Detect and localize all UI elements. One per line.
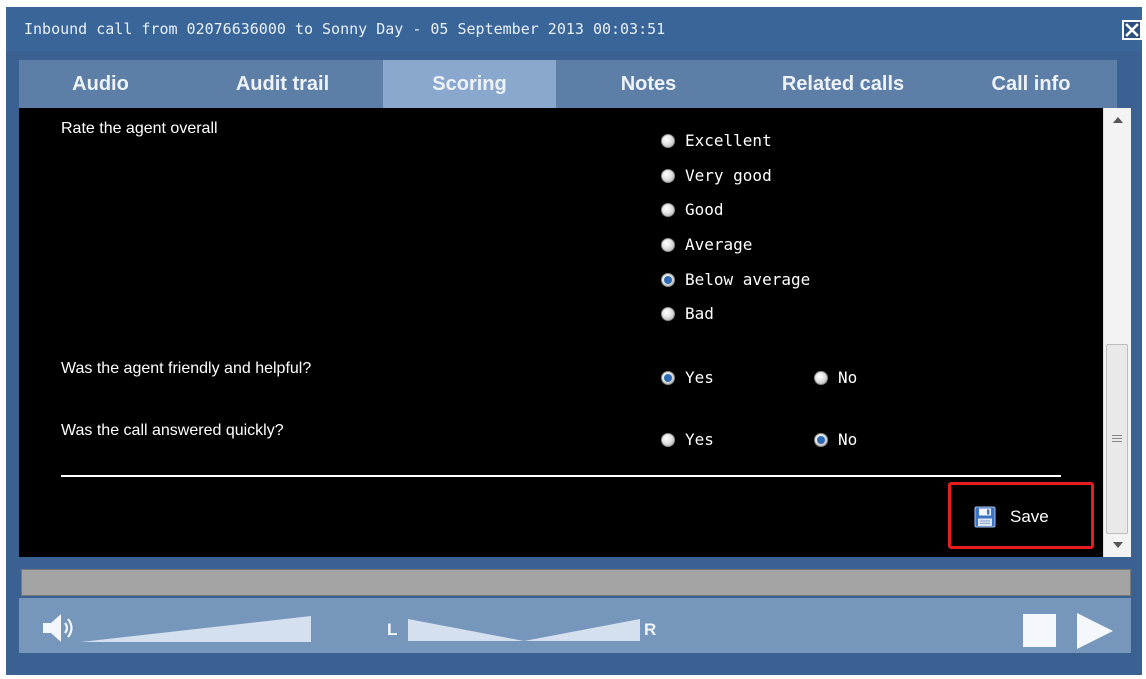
speaker-icon[interactable] [41, 612, 79, 644]
player-controls: L R [19, 598, 1131, 653]
floppy-disk-icon [974, 506, 996, 528]
question-answered-quickly: Was the call answered quickly? [61, 422, 284, 439]
option-bad[interactable]: Bad [661, 304, 714, 323]
balance-left-label: L [387, 620, 398, 639]
arrow-up-icon [1112, 117, 1123, 123]
option-excellent[interactable]: Excellent [661, 131, 772, 150]
option-label: No [838, 368, 858, 387]
option-label: Yes [685, 430, 714, 449]
scoring-panel: Rate the agent overall Excellent Very go… [19, 108, 1103, 557]
tab-scoring[interactable]: Scoring [383, 60, 556, 108]
play-icon[interactable] [1077, 613, 1113, 649]
option-good[interactable]: Good [661, 200, 724, 219]
radio-button-selected[interactable] [661, 272, 675, 287]
option-friendly-no[interactable]: No [814, 368, 857, 387]
radio-button[interactable] [661, 168, 675, 183]
radio-button[interactable] [661, 306, 675, 321]
volume-slider[interactable] [81, 616, 311, 642]
tab-call-info[interactable]: Call info [945, 60, 1117, 108]
scroll-thumb[interactable] [1106, 344, 1128, 534]
radio-button[interactable] [661, 202, 675, 217]
vertical-scrollbar[interactable] [1103, 108, 1131, 557]
option-below-average[interactable]: Below average [661, 270, 810, 289]
save-button[interactable]: Save [974, 506, 1049, 528]
save-label: Save [1010, 507, 1049, 526]
stop-icon[interactable] [1023, 614, 1056, 647]
option-label: Yes [685, 368, 714, 387]
option-quickly-no[interactable]: No [814, 430, 857, 449]
tab-notes[interactable]: Notes [556, 60, 741, 108]
title-bar: Inbound call from 02076636000 to Sonny D… [6, 7, 1142, 51]
option-label: Excellent [685, 131, 772, 150]
balance-slider[interactable] [408, 619, 640, 641]
playback-progress-bar[interactable] [21, 569, 1131, 596]
section-divider [61, 475, 1061, 477]
option-label: Good [685, 200, 724, 219]
grip-icon [1112, 435, 1122, 442]
option-label: No [838, 430, 858, 449]
option-friendly-yes[interactable]: Yes [661, 368, 714, 387]
option-very-good[interactable]: Very good [661, 166, 772, 185]
close-button[interactable] [1122, 20, 1142, 40]
option-average[interactable]: Average [661, 235, 752, 254]
window-title: Inbound call from 02076636000 to Sonny D… [24, 20, 666, 38]
balance-right-label: R [644, 620, 657, 639]
radio-button[interactable] [661, 133, 675, 148]
radio-button[interactable] [661, 432, 675, 447]
option-label: Below average [685, 270, 811, 289]
radio-button-selected[interactable] [814, 432, 828, 447]
question-rate-agent-overall: Rate the agent overall [61, 120, 218, 137]
close-icon [1125, 23, 1139, 37]
scroll-up-button[interactable] [1104, 108, 1131, 132]
arrow-down-icon [1112, 542, 1123, 548]
option-quickly-yes[interactable]: Yes [661, 430, 714, 449]
scroll-down-button[interactable] [1104, 533, 1131, 557]
radio-button-selected[interactable] [661, 370, 675, 385]
radio-button[interactable] [814, 370, 828, 385]
option-label: Very good [685, 166, 772, 185]
option-label: Average [685, 235, 753, 254]
tab-audit-trail[interactable]: Audit trail [182, 60, 383, 108]
radio-button[interactable] [661, 237, 675, 252]
tab-bar: Audio Audit trail Scoring Notes Related … [19, 60, 1117, 108]
tab-audio[interactable]: Audio [19, 60, 182, 108]
question-agent-friendly: Was the agent friendly and helpful? [61, 360, 312, 377]
tab-related-calls[interactable]: Related calls [741, 60, 945, 108]
option-label: Bad [685, 304, 714, 323]
